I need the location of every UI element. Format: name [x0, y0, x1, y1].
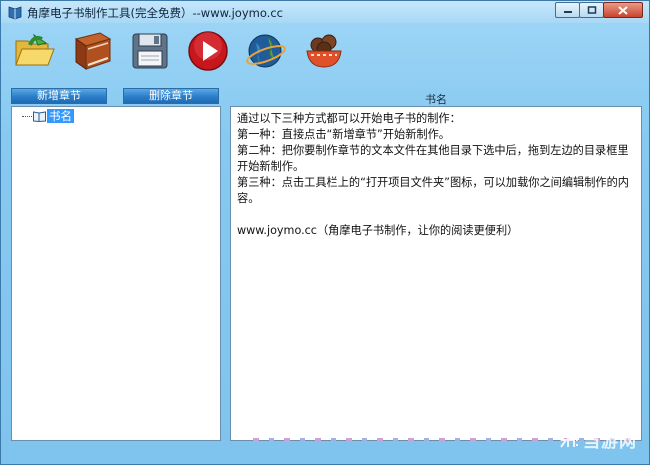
save-button[interactable] [127, 28, 173, 74]
app-icon [7, 4, 23, 20]
donate-button[interactable] [301, 28, 347, 74]
chapter-actions: 新增章节 删除章节 [11, 88, 221, 104]
open-folder-icon [15, 33, 55, 66]
window-controls [555, 2, 643, 18]
chapter-tree[interactable]: 书名 [11, 106, 221, 441]
title-bar[interactable]: 角摩电子书制作工具(完全免费）--www.joymo.cc [1, 1, 649, 23]
tree-connector [22, 115, 32, 117]
content-title: 书名 [425, 93, 447, 106]
content-line: 第二种：把你要制作章节的文本文件在其他目录下选中后，拖到左边的目录框里开始新制作… [237, 144, 629, 173]
content-editor[interactable]: 通过以下三种方式都可以开始电子书的制作： 第一种：直接点击“新增章节”开始新制作… [230, 106, 642, 441]
save-disk-icon [132, 33, 168, 69]
app-window: 角摩电子书制作工具(完全免费）--www.joymo.cc 新增章节 删除章节 … [0, 0, 650, 465]
toolbar [11, 28, 359, 80]
minimize-button[interactable] [555, 2, 580, 18]
open-project-folder-button[interactable] [11, 28, 57, 74]
coffee-bowl-icon [306, 34, 342, 68]
close-button[interactable] [603, 2, 643, 18]
book-button[interactable] [69, 28, 115, 74]
window-title: 角摩电子书制作工具(完全免费）--www.joymo.cc [27, 6, 283, 20]
minimize-icon [563, 11, 572, 13]
book-icon [74, 32, 112, 70]
content-line: www.joymo.cc（角摩电子书制作，让你的阅读更便利） [237, 224, 519, 237]
maximize-button[interactable] [579, 2, 604, 18]
watermark-logo-icon [558, 432, 578, 448]
globe-icon [246, 34, 286, 68]
add-chapter-button[interactable]: 新增章节 [11, 88, 107, 104]
website-button[interactable] [243, 28, 289, 74]
tree-root-node[interactable]: 书名 [22, 109, 74, 123]
play-icon [188, 31, 228, 71]
delete-chapter-button[interactable]: 删除章节 [123, 88, 219, 104]
watermark-text: 当游网 [583, 432, 637, 452]
play-button[interactable] [185, 28, 231, 74]
close-icon [618, 5, 628, 15]
content-line: 第一种：直接点击“新增章节”开始新制作。 [237, 128, 450, 141]
open-book-icon [33, 110, 46, 122]
maximize-icon [587, 6, 596, 14]
watermark: 当游网 [557, 427, 637, 452]
content-line: 通过以下三种方式都可以开始电子书的制作： [237, 112, 461, 125]
content-blank-line [237, 207, 635, 223]
tree-root-label: 书名 [47, 109, 74, 123]
content-line: 第三种：点击工具栏上的“打开项目文件夹”图标，可以加载你之间编辑制作的内容。 [237, 176, 629, 205]
